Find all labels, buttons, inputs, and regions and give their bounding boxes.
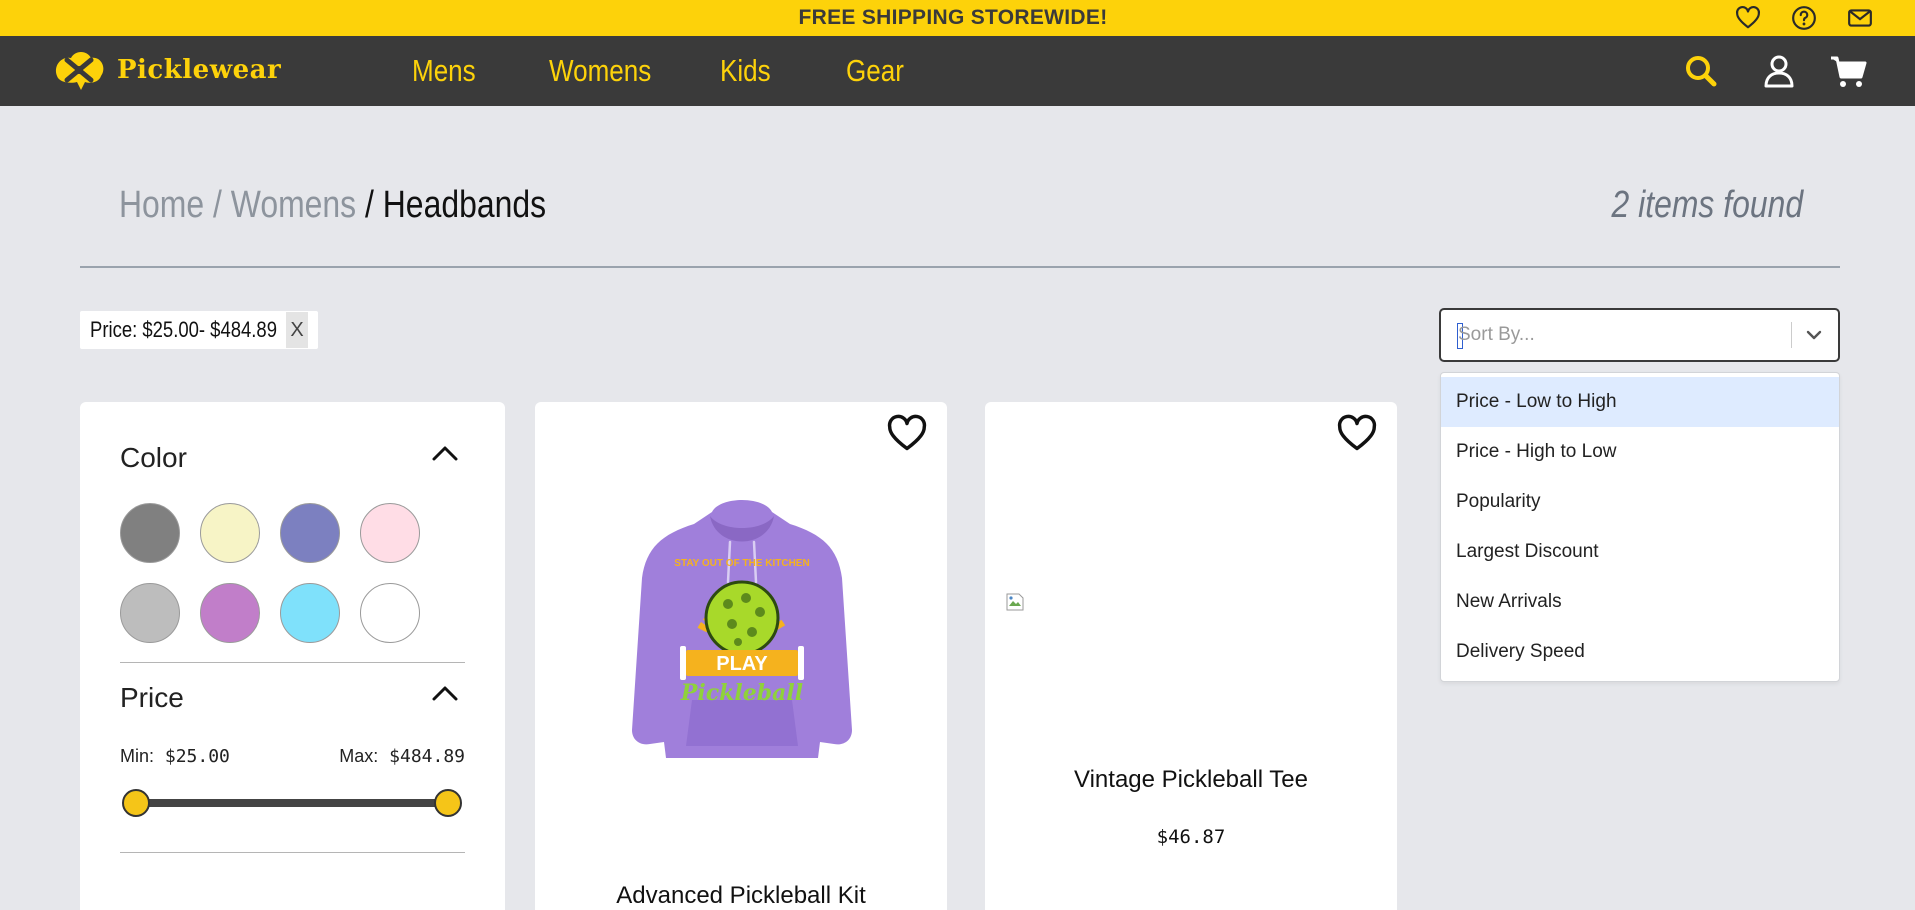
chevron-down-icon[interactable] (1803, 324, 1825, 346)
product-title[interactable]: Vintage Pickleball Tee (985, 766, 1397, 794)
product-image-hoodie[interactable]: STAY OUT OF THE KITCHEN PLAY Pickleball (612, 490, 872, 760)
hoodie-arc-text: STAY OUT OF THE KITCHEN (674, 558, 809, 569)
sort-option-new-arrivals[interactable]: New Arrivals (1441, 577, 1839, 627)
price-min-readout: Min: $25.00 (120, 746, 230, 767)
filter-divider (120, 662, 465, 663)
product-card[interactable]: Vintage Pickleball Tee $46.87 (985, 402, 1397, 910)
filter-panel: Color Price Min: $25.00 Max: $484.89 (80, 402, 505, 910)
color-filter-title[interactable]: Color (120, 442, 187, 474)
chevron-up-icon[interactable] (430, 442, 460, 464)
sort-option-price-high-low[interactable]: Price - High to Low (1441, 427, 1839, 477)
active-filter-label: Price: $25.00- $484.89 (90, 317, 277, 342)
logo-icon (55, 52, 104, 90)
color-swatch-pink[interactable] (360, 503, 420, 563)
color-swatch-light-gray[interactable] (120, 583, 180, 643)
wishlist-heart-icon[interactable] (886, 414, 928, 452)
nav-gear[interactable]: Gear (846, 36, 904, 106)
nav-mens[interactable]: Mens (412, 36, 476, 106)
price-slider-min-handle[interactable] (122, 789, 150, 817)
breadcrumb-current: Headbands (382, 184, 547, 226)
chevron-up-icon[interactable] (430, 682, 460, 704)
product-title[interactable]: Advanced Pickleball Kit (535, 882, 947, 910)
main-nav: Picklewear Mens Womens Kids Gear (0, 36, 1915, 106)
hoodie-play-text: PLAY (716, 653, 768, 675)
results-count: 2 items found (1611, 184, 1803, 226)
sort-separator (1791, 322, 1792, 348)
sort-option-delivery-speed[interactable]: Delivery Speed (1441, 627, 1839, 677)
sort-option-popularity[interactable]: Popularity (1441, 477, 1839, 527)
promo-text: FREE SHIPPING STOREWIDE! (798, 6, 1108, 29)
sort-select[interactable]: Sort By... (1439, 308, 1840, 362)
brand-name: Picklewear (117, 55, 282, 85)
sort-option-price-low-high[interactable]: Price - Low to High (1441, 377, 1839, 427)
sort-placeholder: Sort By... (1458, 324, 1535, 345)
breadcrumb-separator: / (365, 184, 374, 226)
sort-menu: Price - Low to High Price - High to Low … (1440, 372, 1840, 682)
cart-icon[interactable] (1829, 53, 1867, 89)
color-swatch-orchid[interactable] (200, 583, 260, 643)
price-max-value: $484.89 (389, 746, 465, 767)
help-icon[interactable] (1791, 5, 1817, 31)
user-icon[interactable] (1760, 53, 1798, 89)
product-card[interactable]: STAY OUT OF THE KITCHEN PLAY Pickleball … (535, 402, 947, 910)
color-swatch-white[interactable] (360, 583, 420, 643)
price-max-label: Max: (339, 746, 379, 766)
nav-womens[interactable]: Womens (549, 36, 651, 106)
product-price: $46.87 (1156, 826, 1226, 848)
price-min-value: $25.00 (164, 746, 230, 767)
header-divider (80, 266, 1840, 268)
color-swatch-sky-blue[interactable] (280, 583, 340, 643)
heart-icon[interactable] (1735, 5, 1761, 31)
logo[interactable]: Picklewear (51, 46, 281, 94)
active-filter-chip: Price: $25.00- $484.89 X (80, 311, 318, 349)
color-swatch-cream[interactable] (200, 503, 260, 563)
broken-image-icon[interactable] (1005, 592, 1025, 612)
price-max-readout: Max: $484.89 (339, 746, 465, 767)
search-icon[interactable] (1682, 53, 1720, 89)
remove-filter-button[interactable]: X (286, 312, 308, 348)
breadcrumb-separator: / (213, 184, 222, 226)
color-swatch-gray[interactable] (120, 503, 180, 563)
price-slider-max-handle[interactable] (434, 789, 462, 817)
price-min-label: Min: (120, 746, 155, 766)
hoodie-script-text: Pickleball (680, 680, 803, 706)
promo-bar: FREE SHIPPING STOREWIDE! (0, 0, 1915, 36)
sort-option-largest-discount[interactable]: Largest Discount (1441, 527, 1839, 577)
wishlist-heart-icon[interactable] (1336, 414, 1378, 452)
nav-kids[interactable]: Kids (720, 36, 771, 106)
color-swatch-periwinkle[interactable] (280, 503, 340, 563)
breadcrumb: Home / Womens / Headbands (119, 180, 546, 230)
price-slider-track[interactable] (136, 799, 448, 807)
mail-icon[interactable] (1847, 5, 1873, 31)
breadcrumb-home[interactable]: Home (119, 184, 204, 226)
breadcrumb-womens[interactable]: Womens (231, 184, 356, 226)
price-filter-title[interactable]: Price (120, 682, 184, 714)
filter-divider (120, 852, 465, 853)
